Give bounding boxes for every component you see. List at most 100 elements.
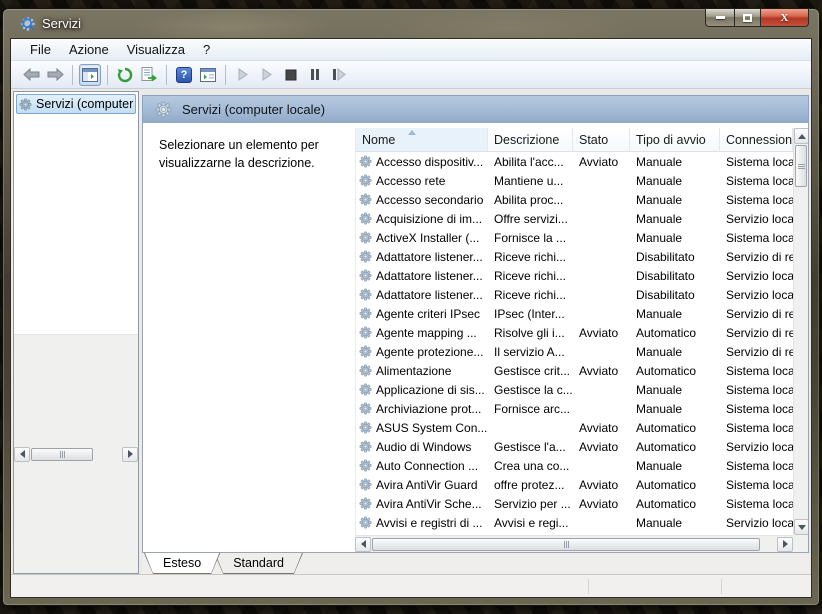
service-row[interactable]: Audio di Windows Gestisce l'a... Avviato… [356,437,793,456]
service-description: Gestisce la c... [488,383,573,397]
service-logon-as: Servizio di rete [720,250,793,264]
service-gear-icon [359,174,372,187]
export-list-button[interactable] [138,64,160,86]
forward-button[interactable] [44,64,66,86]
service-status: Avviato [573,497,630,511]
menu-file[interactable]: File [21,40,60,59]
show-action-pane-button[interactable] [197,64,219,86]
scroll-left-button[interactable] [14,447,30,462]
service-status: Avviato [573,421,630,435]
service-row[interactable]: Archiviazione prot... Fornisce arc... Ma… [356,399,793,418]
window-title: Servizi [42,16,81,31]
menu-azione[interactable]: Azione [60,40,118,59]
column-label: Nome [362,133,395,147]
service-row[interactable]: Agente criteri IPsec IPsec (Inter... Man… [356,304,793,323]
maximize-button[interactable] [734,8,761,27]
restart-service-button[interactable] [328,64,350,86]
close-button[interactable]: X [761,8,809,27]
help-button[interactable]: ? [173,64,195,86]
tree-horizontal-scrollbar[interactable] [14,334,138,573]
service-description: Il servizio A... [488,345,573,359]
scroll-thumb[interactable] [31,448,93,461]
service-gear-icon [359,440,372,453]
list-horizontal-scrollbar[interactable] [355,535,793,552]
service-row[interactable]: Acquisizione di im... Offre servizi... M… [356,209,793,228]
pane-header-title: Servizi (computer locale) [182,102,325,117]
pause-service-button[interactable] [304,64,326,86]
scroll-left-button[interactable] [355,537,371,552]
service-row[interactable]: ASUS System Con... Avviato Automatico Si… [356,418,793,437]
titlebar[interactable]: Servizi X [10,9,812,38]
tab-esteso[interactable]: Esteso [144,553,220,574]
service-description: IPsec (Inter... [488,307,573,321]
scroll-thumb[interactable] [795,145,807,187]
details-pane: Servizi (computer locale) Selezionare un… [142,95,809,574]
services-header-icon [155,101,172,118]
column-header-tipo-di-avvio[interactable]: Tipo di avvio [630,128,720,151]
scroll-up-button[interactable] [794,128,809,144]
service-description: Servizio per ... [488,497,573,511]
resume-service-button[interactable] [256,64,278,86]
column-header-stato[interactable]: Stato [573,128,630,151]
service-name: Agente criteri IPsec [376,307,480,321]
scroll-right-button[interactable] [122,447,138,462]
service-name-cell: Adattatore listener... [356,288,488,302]
refresh-button[interactable] [114,64,136,86]
service-name: Audio di Windows [376,440,471,454]
tab-standard[interactable]: Standard [214,553,303,574]
service-row[interactable]: Applicazione di sis... Gestisce la c... … [356,380,793,399]
service-row[interactable]: Adattatore listener... Riceve richi... D… [356,285,793,304]
service-name-cell: Agente criteri IPsec [356,307,488,321]
service-startup-type: Automatico [630,421,720,435]
service-row[interactable]: Agente protezione... Il servizio A... Ma… [356,342,793,361]
service-row[interactable]: Avira AntiVir Sche... Servizio per ... A… [356,494,793,513]
scroll-down-button[interactable] [794,519,809,535]
service-row[interactable]: Adattatore listener... Riceve richi... D… [356,266,793,285]
scroll-thumb[interactable] [372,538,760,551]
service-row[interactable]: ActiveX Installer (... Fornisce la ... M… [356,228,793,247]
service-logon-as: Sistema locale [720,383,793,397]
service-gear-icon [359,250,372,263]
scroll-right-button[interactable] [777,537,793,552]
service-description: Abilita proc... [488,193,573,207]
service-row[interactable]: Adattatore listener... Riceve richi... D… [356,247,793,266]
service-row[interactable]: Avira AntiVir Guard offre protez... Avvi… [356,475,793,494]
service-startup-type: Manuale [630,516,720,530]
service-row[interactable]: Avvisi e registri di ... Avvisi e regi..… [356,513,793,532]
service-row[interactable]: Accesso rete Mantiene u... Manuale Siste… [356,171,793,190]
tree-item-services-root[interactable]: Servizi (computer [16,94,136,114]
column-label: Connessione [726,133,793,147]
menu-visualizza[interactable]: Visualizza [118,40,194,59]
service-row[interactable]: Agente mapping ... Risolve gli i... Avvi… [356,323,793,342]
service-startup-type: Automatico [630,497,720,511]
stop-icon [285,69,297,81]
service-name-cell: Avira AntiVir Sche... [356,497,488,511]
service-row[interactable]: Alimentazione Gestisce crit... Avviato A… [356,361,793,380]
minimize-button[interactable] [705,8,734,27]
service-startup-type: Manuale [630,155,720,169]
show-console-tree-button[interactable] [79,64,101,86]
scrollbar-corner [793,535,808,552]
maximize-icon [743,14,752,22]
column-header-nome[interactable]: Nome [356,128,488,151]
tab-label: Standard [233,556,284,570]
service-row[interactable]: Accesso dispositiv... Abilita l'acc... A… [356,152,793,171]
column-header-connessione[interactable]: Connessione [720,128,793,151]
list-vertical-scrollbar[interactable] [793,128,808,535]
service-logon-as: Sistema locale [720,174,793,188]
service-row[interactable]: Accesso secondario Abilita proc... Manua… [356,190,793,209]
back-button[interactable] [20,64,42,86]
service-logon-as: Sistema locale [720,478,793,492]
start-service-button[interactable] [232,64,254,86]
service-startup-type: Manuale [630,383,720,397]
service-description: Riceve richi... [488,288,573,302]
menu-help[interactable]: ? [194,40,219,59]
service-row[interactable]: Auto Connection ... Crea una co... Manua… [356,456,793,475]
service-logon-as: Sistema locale [720,231,793,245]
scroll-track[interactable] [794,188,808,519]
right-arrow-icon [783,540,788,548]
service-description: Riceve richi... [488,250,573,264]
column-header-descrizione[interactable]: Descrizione [488,128,573,151]
service-name: Avvisi e registri di ... [376,516,482,530]
stop-service-button[interactable] [280,64,302,86]
